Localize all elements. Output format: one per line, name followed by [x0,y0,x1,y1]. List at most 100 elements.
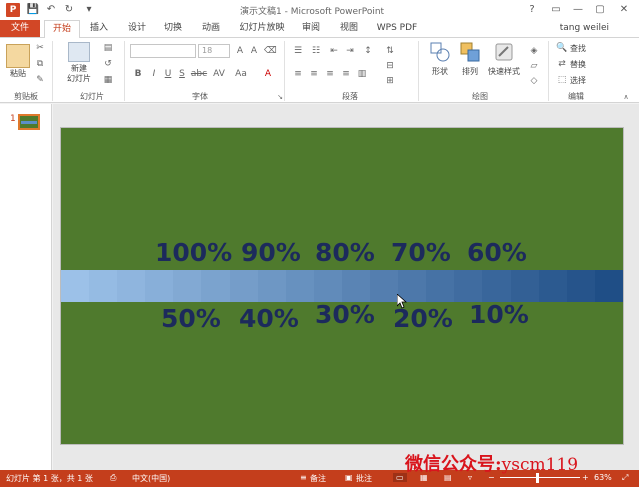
zoom-level[interactable]: 63% [594,473,612,482]
italic-button[interactable]: I [148,68,160,80]
select-button[interactable]: 选择 [570,75,586,86]
arrange-button[interactable]: 排列 [456,66,484,77]
shapes-button[interactable]: 形状 [426,66,454,77]
align-left-icon[interactable]: ≡ [292,68,304,80]
find-icon[interactable]: 🔍 [556,42,568,54]
maximize-button[interactable]: ▢ [592,2,608,18]
label-100[interactable]: 100% [155,238,232,267]
reset-icon[interactable]: ↺ [102,58,114,70]
font-name-input[interactable] [130,44,196,58]
shadow-button[interactable]: S [176,68,188,80]
grow-font-icon[interactable]: A [234,45,246,57]
close-button[interactable]: ✕ [616,2,632,18]
label-30[interactable]: 30% [315,300,375,329]
underline-button[interactable]: U [162,68,174,80]
notes-button[interactable]: 备注 [310,473,326,484]
ribbon-tabs: 文件 开始 插入 设计 切换 动画 幻灯片放映 审阅 视图 WPS PDF ta… [0,20,639,38]
tab-slideshow[interactable]: 幻灯片放映 [234,20,290,37]
slide-info[interactable]: 幻灯片 第 1 张，共 1 张 [6,473,93,484]
watermark-en: yscm119 [501,455,579,475]
zoom-slider[interactable] [500,477,580,478]
numbering-icon[interactable]: ☷ [310,45,322,57]
change-case-button[interactable]: Aa [232,68,250,80]
label-90[interactable]: 90% [241,238,301,267]
replace-icon[interactable]: ⇄ [556,58,568,70]
label-60[interactable]: 60% [467,238,527,267]
strikethrough-button[interactable]: abc [190,68,208,80]
comments-button[interactable]: 批注 [356,473,372,484]
layout-icon[interactable]: ▤ [102,42,114,54]
shapes-icon[interactable] [430,42,450,62]
tab-view[interactable]: 视图 [334,20,364,37]
ribbon-display-icon[interactable]: ▭ [548,2,564,18]
format-painter-icon[interactable]: ✎ [34,74,46,86]
bold-button[interactable]: B [132,68,144,80]
tab-file[interactable]: 文件 [0,20,40,37]
undo-icon[interactable]: ↶ [44,3,58,17]
tab-wps-pdf[interactable]: WPS PDF [372,20,422,37]
shape-fill-icon[interactable]: ◈ [528,45,540,57]
tab-animations[interactable]: 动画 [196,20,226,37]
paste-icon[interactable] [6,44,30,68]
zoom-in-icon[interactable]: + [582,473,589,482]
spell-check-icon[interactable]: ⎙ [110,473,116,483]
font-size-input[interactable]: 18 [198,44,230,58]
font-color-button[interactable]: A [262,68,274,80]
clear-format-icon[interactable]: ⌫ [264,45,277,57]
help-icon[interactable]: ? [524,2,540,18]
user-name[interactable]: tang weilei [560,20,609,37]
new-slide-icon[interactable] [68,42,90,62]
slide-number: 1 [10,114,16,124]
redo-icon[interactable]: ↻ [62,3,76,17]
columns-icon[interactable]: ▥ [356,68,368,80]
shape-effects-icon[interactable]: ◇ [528,75,540,87]
replace-button[interactable]: 替换 [570,59,586,70]
tab-review[interactable]: 审阅 [296,20,326,37]
gradient-bar[interactable] [61,270,623,302]
decrease-indent-icon[interactable]: ⇤ [328,45,340,57]
label-40[interactable]: 40% [239,304,299,333]
comments-icon[interactable]: ▣ [345,473,353,482]
justify-icon[interactable]: ≡ [340,68,352,80]
character-spacing-button[interactable]: AV [210,68,228,80]
shape-outline-icon[interactable]: ▱ [528,60,540,72]
section-icon[interactable]: ▦ [102,74,114,86]
text-direction-icon[interactable]: ⇅ [384,45,396,57]
paste-button[interactable]: 粘贴 [4,68,32,79]
label-10[interactable]: 10% [469,300,529,329]
shrink-font-icon[interactable]: A [248,45,260,57]
tab-transitions[interactable]: 切换 [158,20,188,37]
quick-styles-button[interactable]: 快速样式 [484,66,524,77]
notes-icon[interactable]: ≡ [300,473,307,482]
arrange-icon[interactable] [460,42,480,62]
find-button[interactable]: 查找 [570,43,586,54]
quick-styles-icon[interactable] [494,42,514,62]
align-text-icon[interactable]: ⊟ [384,60,396,72]
label-70[interactable]: 70% [391,238,451,267]
align-right-icon[interactable]: ≡ [324,68,336,80]
smartart-icon[interactable]: ⊞ [384,75,396,87]
gradient-segment [482,270,511,302]
label-80[interactable]: 80% [315,238,375,267]
cut-icon[interactable]: ✂ [34,42,46,54]
align-center-icon[interactable]: ≡ [308,68,320,80]
bullets-icon[interactable]: ☰ [292,45,304,57]
tab-home[interactable]: 开始 [44,20,80,38]
tab-design[interactable]: 设计 [122,20,152,37]
slide-thumbnail[interactable] [18,114,40,130]
fit-to-window-icon[interactable]: ⤢ [622,473,628,483]
language-indicator[interactable]: 中文(中国) [132,473,170,484]
paragraph-group-label: 段落 [342,92,358,101]
slide-canvas[interactable]: 100% 90% 80% 70% 60% 50% 40% 30% 20% 10% [60,127,624,445]
copy-icon[interactable]: ⧉ [34,58,46,70]
collapse-ribbon-icon[interactable]: ∧ [620,91,632,103]
minimize-button[interactable]: — [570,2,586,18]
select-icon[interactable]: ⬚ [556,74,568,86]
label-50[interactable]: 50% [161,304,221,333]
new-slide-button[interactable]: 新建 幻灯片 [60,64,98,84]
customize-quick-access-icon[interactable]: ▾ [82,3,96,17]
increase-indent-icon[interactable]: ⇥ [344,45,356,57]
tab-insert[interactable]: 插入 [84,20,114,37]
line-spacing-icon[interactable]: ↕ [362,45,374,57]
save-icon[interactable]: 💾 [26,3,40,17]
